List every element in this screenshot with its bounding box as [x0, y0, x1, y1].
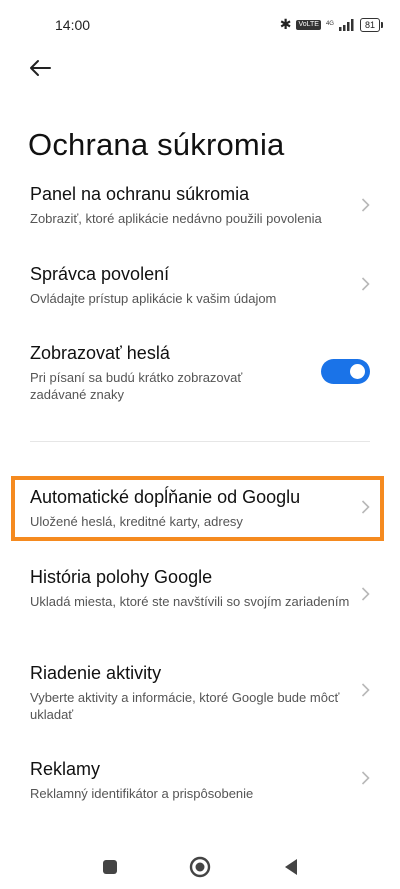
- chevron-right-icon: [361, 198, 370, 212]
- recents-square-icon: [103, 860, 117, 874]
- item-subtitle: Ukladá miesta, ktoré ste navštívili so s…: [30, 594, 350, 609]
- battery-icon: 81: [359, 17, 384, 32]
- arrow-left-icon: [30, 60, 51, 76]
- section-divider: [30, 441, 370, 442]
- item-title: Správca povolení: [30, 264, 170, 284]
- home-button[interactable]: [185, 855, 215, 879]
- item-title: História polohy Google: [30, 567, 213, 587]
- status-bar: 14:00 ✱ VoLTE 4G 81: [0, 0, 400, 50]
- chevron-right-icon: [361, 771, 370, 785]
- page-title: Ochrana súkromia: [28, 126, 285, 162]
- status-icons: ✱ VoLTE 4G 81: [279, 16, 384, 33]
- item-title: Automatické dopĺňanie od Googlu: [30, 487, 301, 507]
- signal-4g-icon: 4G: [325, 21, 334, 27]
- navigation-bar: [0, 845, 400, 889]
- toggle-knob: [350, 364, 365, 379]
- back-nav-button[interactable]: [276, 855, 306, 879]
- back-triangle-icon: [285, 859, 297, 875]
- ads-item[interactable]: Reklamy Reklamný identifikátor a prispôs…: [0, 759, 400, 803]
- status-time: 14:00: [55, 17, 91, 33]
- chevron-right-icon: [361, 277, 370, 291]
- item-subtitle: Ovládajte prístup aplikácie k vašim údaj…: [30, 291, 277, 306]
- item-title: Riadenie aktivity: [30, 663, 162, 683]
- item-subtitle: Pri písaní sa budú krátko zobrazovať zad…: [30, 370, 243, 402]
- volte-icon: VoLTE: [296, 19, 321, 30]
- chevron-right-icon: [361, 500, 370, 514]
- home-circle-icon: [189, 856, 211, 878]
- recents-button[interactable]: [95, 855, 125, 879]
- privacy-dashboard-item[interactable]: Panel na ochranu súkromia Zobraziť, ktor…: [0, 184, 400, 240]
- item-title: Zobrazovať heslá: [30, 343, 170, 363]
- item-subtitle: Uložené heslá, kreditné karty, adresy: [30, 514, 243, 529]
- item-subtitle: Zobraziť, ktoré aplikácie nedávno použil…: [30, 211, 322, 226]
- show-passwords-item[interactable]: Zobrazovať heslá Pri písaní sa budú krát…: [0, 343, 400, 407]
- activity-controls-item[interactable]: Riadenie aktivity Vyberte aktivity a inf…: [0, 663, 400, 723]
- item-title: Reklamy: [30, 759, 101, 779]
- show-passwords-toggle[interactable]: [321, 359, 370, 384]
- back-button[interactable]: [22, 52, 58, 84]
- location-history-item[interactable]: História polohy Google Ukladá miesta, kt…: [0, 567, 400, 627]
- signal-bars-icon: [338, 18, 354, 31]
- permission-manager-item[interactable]: Správca povolení Ovládajte prístup aplik…: [0, 264, 400, 320]
- item-subtitle: Vyberte aktivity a informácie, ktoré Goo…: [30, 690, 340, 722]
- item-title: Panel na ochranu súkromia: [30, 184, 250, 204]
- chevron-right-icon: [361, 683, 370, 697]
- item-subtitle: Reklamný identifikátor a prispôsobenie: [30, 786, 254, 801]
- chevron-right-icon: [361, 587, 370, 601]
- google-autofill-item[interactable]: Automatické dopĺňanie od Googlu Uložené …: [0, 487, 400, 531]
- bluetooth-icon: ✱: [279, 16, 292, 32]
